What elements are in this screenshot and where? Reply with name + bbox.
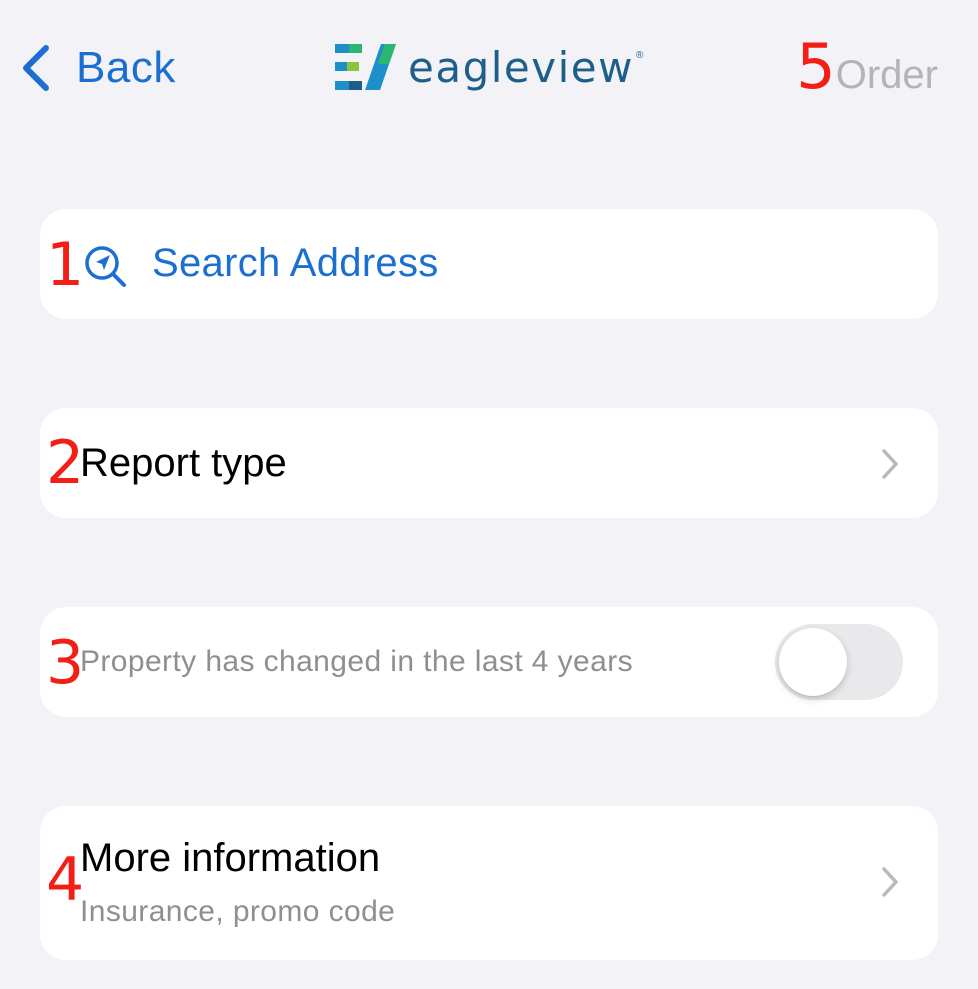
eagleview-logo: eagleview ® bbox=[334, 40, 643, 94]
step-marker-2: 2 bbox=[46, 428, 85, 498]
property-changed-row: 3 Property has changed in the last 4 yea… bbox=[40, 607, 938, 717]
property-changed-label: Property has changed in the last 4 years bbox=[80, 645, 633, 678]
location-search-icon bbox=[85, 246, 126, 287]
step-marker-3: 3 bbox=[46, 628, 85, 698]
report-type-row[interactable]: 2 Report type bbox=[40, 408, 938, 518]
chevron-left-icon bbox=[23, 45, 49, 91]
order-button[interactable]: 5 Order bbox=[796, 36, 938, 98]
chevron-right-icon bbox=[882, 449, 898, 479]
back-label: Back bbox=[76, 43, 176, 92]
navigation-bar: Back eagleview ® 5 Order bbox=[0, 0, 978, 140]
order-label: Order bbox=[835, 53, 938, 97]
step-marker-5: 5 bbox=[796, 30, 836, 103]
toggle-knob bbox=[779, 628, 847, 696]
back-button[interactable]: Back bbox=[20, 38, 176, 98]
chevron-right-icon bbox=[882, 867, 898, 897]
search-address-row[interactable]: 1 Search Address bbox=[40, 209, 938, 319]
step-marker-4: 4 bbox=[46, 845, 85, 915]
property-changed-toggle[interactable] bbox=[775, 624, 903, 700]
more-information-row[interactable]: 4 More information Insurance, promo code bbox=[40, 806, 938, 960]
step-marker-1: 1 bbox=[46, 230, 85, 300]
report-type-label: Report type bbox=[80, 441, 287, 485]
more-information-title: More information bbox=[80, 836, 381, 880]
logo-text: eagleview bbox=[408, 42, 634, 92]
eagleview-logo-mark-icon bbox=[335, 44, 396, 90]
registered-mark: ® bbox=[635, 50, 644, 61]
more-information-subtitle: Insurance, promo code bbox=[80, 895, 396, 928]
search-address-label: Search Address bbox=[152, 241, 439, 285]
